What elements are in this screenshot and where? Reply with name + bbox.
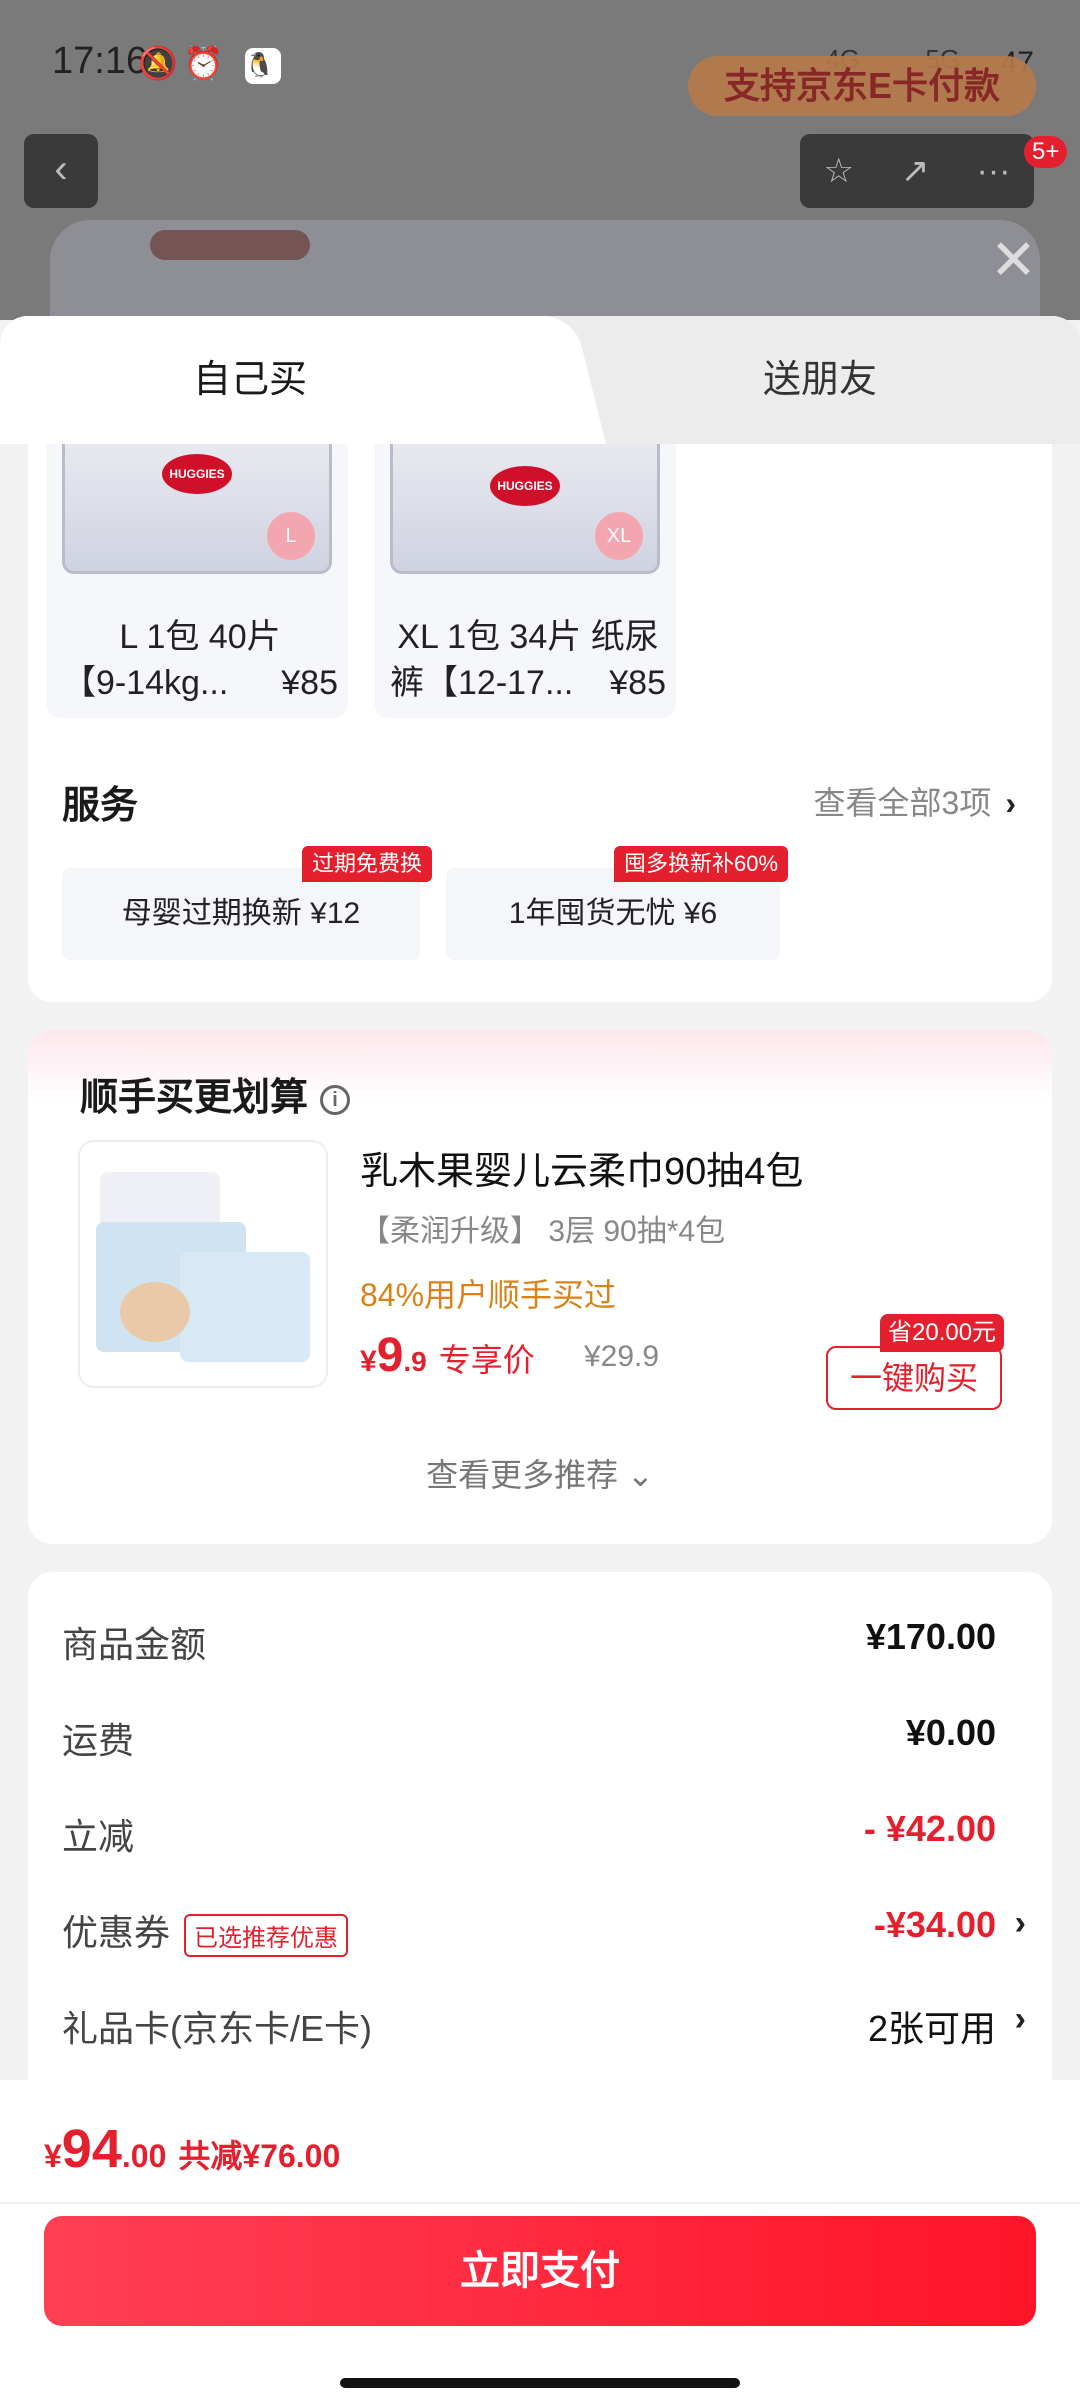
home-indicator[interactable]: [340, 2378, 740, 2388]
summary-row-coupon[interactable]: 优惠券 已选推荐优惠 -¥34.00 ›: [62, 1904, 1026, 1964]
price-integer: 9: [376, 1329, 404, 1382]
recommend-title: 顺手买更划算 i: [80, 1066, 351, 1121]
checkout-footer: ¥94.00 共减¥76.00 立即支付: [0, 2080, 1080, 2400]
chevron-right-icon: ›: [1005, 785, 1016, 821]
summary-label: 运费: [62, 1720, 135, 1761]
tab-gift-friend[interactable]: 送朋友: [560, 316, 1080, 444]
tab-buy-self[interactable]: 自己买: [0, 316, 560, 444]
message-badge: 5+: [1024, 136, 1068, 168]
ecard-banner: 支持京东E卡付款: [688, 56, 1036, 116]
chevron-right-icon: ›: [1014, 2000, 1026, 2038]
summary-value: ¥0.00: [905, 1712, 996, 1753]
price-label: 专享价: [438, 1342, 535, 1378]
save-tag: 省20.00元: [880, 1314, 1005, 1352]
sku-option-xl[interactable]: HUGGIES XL XL 1包 34片 纸尿 裤【12-17... ¥85: [374, 444, 676, 718]
sku-price: ¥85: [609, 664, 666, 702]
background-product-page: 17:16 🔕⏰ 🐧 4G 5G 47 支持京东E卡付款 ‹ ☆ ↗ ··· 5…: [0, 0, 1080, 320]
summary-row-discount: 立减 - ¥42.00: [62, 1808, 996, 1868]
summary-label: 商品金额: [62, 1624, 207, 1665]
sku-name: L 1包 40片: [119, 618, 281, 656]
currency-symbol: ¥: [44, 2138, 62, 2174]
sku-price: ¥85: [281, 664, 338, 702]
summary-row-giftcard[interactable]: 礼品卡(京东卡/E卡) 2张可用 ›: [62, 2000, 1026, 2060]
buy-mode-tabs: 自己买 送朋友: [0, 316, 1080, 444]
service-see-all[interactable]: 查看全部3项 ›: [814, 778, 1016, 824]
tab-buy-self-label: 自己买: [192, 359, 307, 401]
divider: [0, 2202, 1080, 2204]
recommend-card: 顺手买更划算 i 乳木果婴儿云柔巾90抽4包 【柔润升级】 3层 90抽*4包 8…: [28, 1030, 1052, 1544]
chevron-down-icon: ⌄: [627, 1457, 654, 1493]
summary-value: 2张可用: [867, 2008, 996, 2049]
one-click-buy-button[interactable]: 一键购买: [826, 1346, 1002, 1410]
sku-image: HUGGIES XL: [390, 444, 660, 574]
service-tag: 囤多换新补60%: [614, 846, 789, 882]
sku-size-tag: L: [267, 512, 315, 560]
pack-shape: [180, 1252, 310, 1362]
see-more-recommend[interactable]: 查看更多推荐 ⌄: [28, 1450, 1052, 1496]
summary-label: 立减: [62, 1816, 135, 1857]
summary-row-shipping: 运费 ¥0.00: [62, 1712, 996, 1772]
total-integer: 94: [61, 2119, 122, 2179]
total-saved: 共减¥76.00: [178, 2138, 341, 2174]
recommend-rate: 84%用户顺手买过: [360, 1277, 617, 1313]
sku-name: XL 1包 34片 纸尿: [397, 618, 659, 656]
baby-figure: [120, 1282, 190, 1342]
recommend-name[interactable]: 乳木果婴儿云柔巾90抽4包: [360, 1140, 803, 1195]
recommend-price: ¥9.9 专享价: [360, 1328, 535, 1383]
recommend-original-price: ¥29.9: [584, 1340, 660, 1373]
pay-now-button[interactable]: 立即支付: [44, 2216, 1036, 2326]
service-tag: 过期免费换: [302, 846, 433, 882]
summary-row-goods: 商品金额 ¥170.00: [62, 1616, 996, 1676]
coupon-tag: 已选推荐优惠: [184, 1913, 349, 1957]
summary-value: ¥170.00: [865, 1616, 996, 1657]
sku-size-tag: XL: [595, 512, 643, 560]
top-toolbar: ☆ ↗ ···: [800, 134, 1034, 208]
total-price: ¥94.00 共减¥76.00: [44, 2118, 340, 2180]
service-title: 服务: [62, 785, 139, 827]
recommend-product-image[interactable]: [78, 1140, 328, 1388]
sku-detail: 裤【12-17...: [390, 664, 574, 702]
recommend-title-text: 顺手买更划算: [80, 1077, 309, 1119]
sku-option-l[interactable]: HUGGIES L L 1包 40片 【9-14kg... ¥85: [46, 444, 348, 718]
back-button[interactable]: ‹: [24, 134, 98, 208]
purchase-sheet: 自己买 送朋友 HUGGIES L L 1包 40片 【9-14kg... ¥85…: [0, 316, 1080, 2400]
status-time: 17:16: [52, 40, 148, 82]
background-product-image: [50, 220, 1040, 320]
see-more-label: 查看更多推荐: [426, 1457, 619, 1493]
share-icon[interactable]: ↗: [901, 151, 930, 191]
service-see-all-label: 查看全部3项: [813, 785, 992, 821]
notification-icons: 🔕⏰ 🐧: [138, 44, 281, 84]
sku-service-card: HUGGIES L L 1包 40片 【9-14kg... ¥85 HUGGIES…: [28, 444, 1052, 1002]
summary-value: - ¥42.00: [863, 1808, 996, 1849]
more-icon[interactable]: ···: [977, 152, 1011, 191]
price-decimal: .9: [403, 1346, 427, 1377]
summary-value: -¥34.00: [873, 1904, 996, 1945]
qq-icon: 🐧: [244, 47, 281, 84]
huggies-logo: HUGGIES: [490, 466, 560, 506]
sku-detail: 【9-14kg...: [62, 664, 229, 702]
chevron-left-icon: ‹: [54, 147, 68, 191]
close-icon[interactable]: ✕: [990, 232, 1037, 288]
info-icon[interactable]: i: [320, 1084, 351, 1115]
star-icon[interactable]: ☆: [824, 151, 854, 191]
huggies-logo: HUGGIES: [162, 454, 232, 494]
currency-symbol: ¥: [360, 1345, 377, 1378]
chevron-right-icon: ›: [1014, 1904, 1026, 1942]
total-decimal: .00: [121, 2138, 167, 2174]
summary-label: 优惠券: [62, 1912, 171, 1953]
sku-image: HUGGIES L: [62, 444, 332, 574]
summary-label: 礼品卡(京东卡/E卡): [62, 2008, 372, 2049]
recommend-subtitle: 【柔润升级】 3层 90抽*4包: [360, 1215, 726, 1248]
